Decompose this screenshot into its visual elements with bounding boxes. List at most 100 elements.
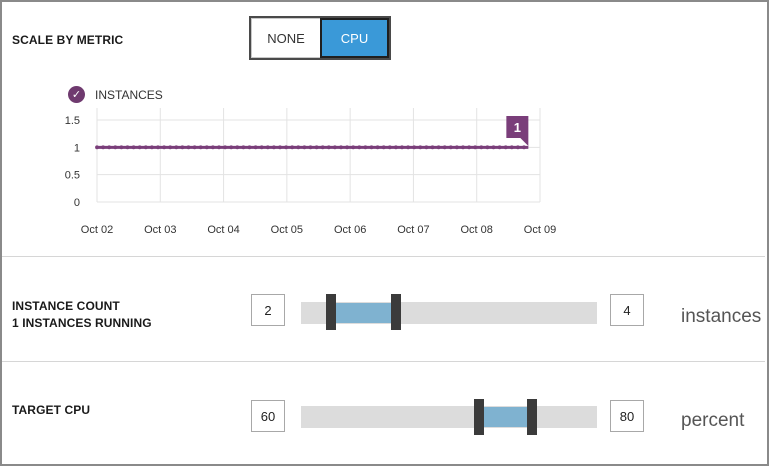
series-point — [485, 145, 490, 150]
series-point — [394, 145, 398, 150]
x-tick-label: Oct 04 — [207, 224, 239, 236]
series-point — [150, 145, 154, 150]
x-tick-label: Oct 02 — [81, 224, 113, 236]
series-point — [467, 145, 471, 150]
series-point — [522, 145, 526, 150]
series-point — [259, 145, 264, 150]
series-point — [418, 145, 423, 150]
instance-min-handle[interactable] — [325, 294, 336, 330]
series-point — [265, 145, 270, 150]
x-tick-label: Oct 08 — [461, 224, 493, 236]
target-cpu-range-fill — [483, 407, 532, 427]
cpu-min-input[interactable]: 60 — [251, 400, 285, 432]
instances-chart: 1.5 1 0.5 0 Oct 02 Oct 03 Oct 04 Oct 05 Oct 06 Oc… — [65, 108, 556, 236]
series-point — [192, 145, 197, 150]
series-point — [186, 145, 191, 150]
series-point — [516, 145, 520, 150]
series-point — [412, 145, 417, 150]
x-tick-label: Oct 03 — [144, 224, 176, 236]
series-point — [320, 145, 325, 150]
series-point — [211, 145, 215, 150]
series-point — [400, 145, 404, 150]
series-point — [290, 145, 295, 150]
series-point — [333, 145, 337, 150]
series-point — [424, 145, 429, 150]
series-point — [143, 145, 148, 150]
series-point — [363, 145, 368, 150]
annotation-value: 1 — [514, 120, 521, 135]
series-point — [119, 145, 124, 150]
y-tick-label: 0.5 — [65, 170, 80, 182]
series-point — [198, 145, 203, 150]
series-point — [241, 145, 246, 150]
series-point — [253, 145, 258, 150]
y-tick-label: 1.5 — [65, 115, 80, 127]
series-point — [180, 145, 185, 150]
series-point — [461, 145, 465, 150]
series-point — [357, 145, 362, 150]
series-point — [436, 145, 441, 150]
series-point — [406, 145, 410, 150]
section-divider — [2, 361, 765, 362]
series-point — [131, 145, 136, 150]
series-point — [204, 145, 209, 150]
series-point — [351, 145, 356, 150]
series-point — [229, 145, 234, 150]
series-point — [247, 145, 252, 150]
series-point — [284, 145, 288, 150]
series-point — [503, 145, 508, 150]
section-divider — [2, 256, 765, 257]
series-point — [137, 145, 142, 150]
series-point — [113, 145, 118, 150]
series-point — [107, 145, 112, 150]
series-point — [235, 145, 240, 150]
series-point — [95, 145, 99, 150]
series-point — [174, 145, 179, 150]
instances-running-label: 1 INSTANCES RUNNING — [12, 316, 152, 330]
series-point — [473, 145, 478, 150]
series-point — [101, 145, 105, 150]
series-point — [217, 145, 221, 150]
x-tick-label: Oct 05 — [271, 224, 303, 236]
x-tick-label: Oct 07 — [397, 224, 429, 236]
series-point — [168, 145, 173, 150]
series-point — [125, 145, 130, 150]
series-point — [369, 145, 374, 150]
series-point — [156, 145, 160, 150]
series-point — [387, 145, 392, 150]
y-tick-label: 1 — [74, 142, 80, 154]
series-point — [339, 145, 343, 150]
cpu-max-handle[interactable] — [526, 399, 537, 435]
series-point — [296, 145, 301, 150]
series-point — [314, 145, 319, 150]
series-point — [448, 145, 453, 150]
x-tick-label: Oct 06 — [334, 224, 366, 236]
series-point — [479, 145, 484, 150]
series-point — [272, 145, 276, 150]
x-tick-label: Oct 09 — [524, 224, 556, 236]
annotation-flag-tail — [520, 138, 529, 146]
series-point — [223, 145, 228, 150]
series-point — [278, 145, 282, 150]
target-cpu-label: TARGET CPU — [12, 403, 91, 417]
series-point — [455, 145, 459, 150]
target-cpu-slider-track[interactable] — [301, 406, 597, 428]
series-point — [497, 145, 502, 150]
series-point — [345, 145, 349, 150]
series-point — [375, 145, 380, 150]
series-point — [302, 145, 307, 150]
series-point — [430, 145, 435, 150]
instance-min-input[interactable]: 2 — [251, 294, 285, 326]
series-point — [491, 145, 496, 150]
series-point — [442, 145, 447, 150]
instance-max-input[interactable]: 4 — [610, 294, 644, 326]
cpu-max-input[interactable]: 80 — [610, 400, 644, 432]
instances-unit-label: instances — [681, 306, 762, 327]
y-tick-label: 0 — [74, 197, 80, 209]
instance-max-handle[interactable] — [390, 294, 401, 330]
cpu-min-handle[interactable] — [473, 399, 484, 435]
series-point — [308, 145, 313, 150]
instance-count-range-fill — [335, 303, 396, 323]
series-point — [326, 145, 331, 150]
series-point — [381, 145, 386, 150]
